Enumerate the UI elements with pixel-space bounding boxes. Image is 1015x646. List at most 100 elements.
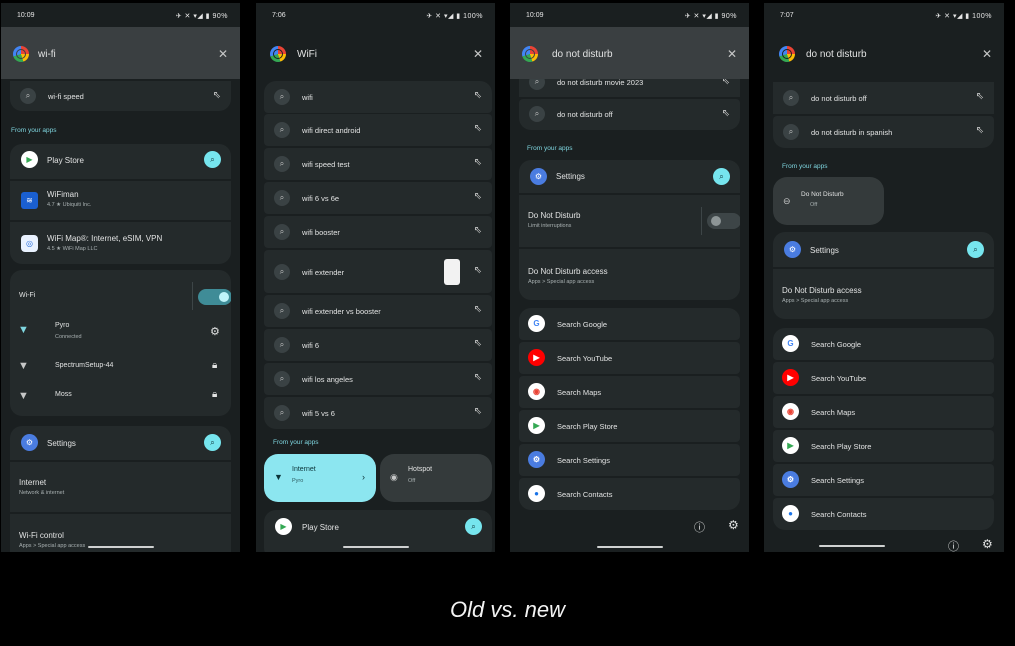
fill-arrow-icon[interactable]: ⇖ bbox=[474, 123, 482, 134]
fill-arrow-icon[interactable]: ⇖ bbox=[474, 372, 482, 383]
phone-old-wifi: 10:09 ✈ ✕ ▾◢ ▮ 90% wi-fi ✕ ⌕ wi-fi speed ⇖ … bbox=[1, 3, 240, 552]
gear-icon[interactable]: ⚙ bbox=[982, 537, 993, 551]
dnd-access-result[interactable]: Do Not Disturb access Apps > Special app… bbox=[519, 249, 740, 300]
search-action-row[interactable]: ◉ Search Maps bbox=[519, 376, 740, 408]
search-action-row[interactable]: ▶ Search Play Store bbox=[519, 410, 740, 442]
maps-icon: ◉ bbox=[782, 403, 799, 420]
close-icon[interactable]: ✕ bbox=[473, 47, 483, 61]
search-icon: ⌕ bbox=[783, 90, 799, 106]
search-icon: ⌕ bbox=[274, 405, 290, 421]
search-bar[interactable]: do not disturb ✕ bbox=[510, 27, 749, 79]
hotspot-tile[interactable]: ◉ Hotspot Off bbox=[380, 454, 492, 502]
gesture-handle[interactable] bbox=[596, 546, 663, 548]
close-icon[interactable]: ✕ bbox=[727, 47, 737, 61]
suggestion-row[interactable]: ⌕ do not disturb off ⇖ bbox=[519, 99, 740, 130]
search-action-row[interactable]: ⚙ Search Settings bbox=[519, 444, 740, 476]
search-query[interactable]: do not disturb bbox=[806, 49, 867, 60]
search-action-row[interactable]: ⚙ Search Settings bbox=[773, 464, 994, 496]
suggestion-text: wifi 6 bbox=[302, 341, 320, 350]
fill-arrow-icon[interactable]: ⇖ bbox=[474, 191, 482, 202]
search-query[interactable]: wi-fi bbox=[38, 49, 56, 60]
search-action-row[interactable]: G Search Google bbox=[773, 328, 994, 360]
suggestion-row[interactable]: ⌕ wifi direct android ⇖ bbox=[264, 114, 492, 146]
suggestion-row[interactable]: ⌕ wifi extender ⇖ bbox=[264, 250, 492, 293]
suggestion-row[interactable]: ⌕ wifi 6 vs 6e ⇖ bbox=[264, 182, 492, 214]
internet-result[interactable]: Internet Network & internet bbox=[10, 462, 231, 512]
info-icon[interactable]: ⓘ bbox=[694, 519, 705, 535]
fill-arrow-icon[interactable]: ⇖ bbox=[976, 91, 984, 102]
dnd-chip[interactable]: ⊖ Do Not Disturb Off bbox=[773, 177, 884, 225]
network-name[interactable]: SpectrumSetup-44 bbox=[55, 362, 113, 369]
search-in-app-icon[interactable]: ⌕ bbox=[204, 434, 221, 451]
close-icon[interactable]: ✕ bbox=[218, 47, 228, 61]
fill-arrow-icon[interactable]: ⇖ bbox=[474, 90, 482, 101]
suggestion-text: wifi extender bbox=[302, 268, 345, 277]
suggestion-row[interactable]: ⌕ wifi extender vs booster ⇖ bbox=[264, 295, 492, 327]
result-title: Do Not Disturb access bbox=[782, 286, 862, 295]
gesture-handle[interactable] bbox=[819, 545, 885, 547]
search-action-row[interactable]: G Search Google bbox=[519, 308, 740, 340]
dnd-access-result[interactable]: Do Not Disturb access Apps > Special app… bbox=[773, 269, 994, 319]
app-name: Play Store bbox=[47, 156, 84, 165]
search-action-row[interactable]: ▶ Search YouTube bbox=[773, 362, 994, 394]
app-row-play-store[interactable]: ▶ Play Store ⌕ bbox=[10, 144, 231, 176]
lock-icon: 🔒︎ bbox=[212, 389, 218, 400]
fill-arrow-icon[interactable]: ⇖ bbox=[722, 108, 730, 119]
search-in-app-icon[interactable]: ⌕ bbox=[713, 168, 730, 185]
suggestion-text: do not disturb movie 2023 bbox=[557, 78, 644, 87]
search-bar[interactable]: do not disturb ✕ bbox=[764, 27, 1004, 79]
gear-icon[interactable]: ⚙ bbox=[210, 325, 220, 338]
section-label: From your apps bbox=[782, 163, 828, 170]
search-action-row[interactable]: ▶ Search YouTube bbox=[519, 342, 740, 374]
fill-arrow-icon[interactable]: ⇖ bbox=[474, 225, 482, 236]
search-query[interactable]: do not disturb bbox=[552, 49, 613, 60]
info-icon[interactable]: ⓘ bbox=[948, 538, 959, 552]
gesture-handle[interactable] bbox=[87, 546, 154, 548]
suggestion-row[interactable]: ⌕ wifi ⇖ bbox=[264, 81, 492, 113]
apps-card: ▶ Play Store ⌕ ≋ WiFiman 4.7 ★ Ubiquiti … bbox=[10, 144, 231, 264]
wifi-toggle[interactable] bbox=[198, 289, 231, 305]
clock: 10:09 bbox=[526, 12, 544, 19]
suggestion-row[interactable]: ⌕ wifi booster ⇖ bbox=[264, 216, 492, 248]
tile-title: Internet bbox=[292, 466, 316, 473]
suggestion-row[interactable]: ⌕ wi-fi speed ⇖ bbox=[10, 81, 231, 111]
suggestion-row[interactable]: ⌕ do not disturb off ⇖ bbox=[773, 82, 994, 114]
fill-arrow-icon[interactable]: ⇖ bbox=[976, 125, 984, 136]
tile-sub: Pyro bbox=[292, 478, 304, 484]
fill-arrow-icon[interactable]: ⇖ bbox=[474, 157, 482, 168]
result-title: Internet bbox=[19, 478, 47, 487]
search-action-row[interactable]: ● Search Contacts bbox=[773, 498, 994, 530]
search-in-app-icon[interactable]: ⌕ bbox=[465, 518, 482, 535]
suggestion-text: wifi 6 vs 6e bbox=[302, 194, 340, 203]
fill-arrow-icon[interactable]: ⇖ bbox=[474, 265, 482, 276]
suggestion-row[interactable]: ⌕ wifi 6 ⇖ bbox=[264, 329, 492, 361]
search-action-row[interactable]: ▶ Search Play Store bbox=[773, 430, 994, 462]
dnd-toggle[interactable] bbox=[707, 213, 740, 229]
suggestion-row[interactable]: ⌕ wifi speed test ⇖ bbox=[264, 148, 492, 180]
app-row-wifi-map[interactable]: ◎ WiFi Map®: Internet, eSIM, VPN 4.5 ★ W… bbox=[10, 222, 231, 264]
close-icon[interactable]: ✕ bbox=[982, 47, 992, 61]
search-action-row[interactable]: ◉ Search Maps bbox=[773, 396, 994, 428]
app-row-wifiman[interactable]: ≋ WiFiman 4.7 ★ Ubiquiti Inc. bbox=[10, 181, 231, 219]
search-action-label: Search Maps bbox=[811, 408, 856, 417]
search-bar[interactable]: WiFi ✕ bbox=[256, 27, 495, 79]
search-action-row[interactable]: ● Search Contacts bbox=[519, 478, 740, 510]
search-in-app-icon[interactable]: ⌕ bbox=[967, 241, 984, 258]
search-bar[interactable]: wi-fi ✕ bbox=[1, 27, 240, 79]
suggestion-row[interactable]: ⌕ do not disturb in spanish ⇖ bbox=[773, 116, 994, 148]
network-name[interactable]: Moss bbox=[55, 391, 72, 398]
gesture-handle[interactable] bbox=[342, 546, 409, 548]
suggestion-row[interactable]: ⌕ wifi 5 vs 6 ⇖ bbox=[264, 397, 492, 429]
suggestion-row[interactable]: ⌕ wifi los angeles ⇖ bbox=[264, 363, 492, 395]
gear-icon[interactable]: ⚙ bbox=[728, 518, 739, 532]
fill-arrow-icon[interactable]: ⇖ bbox=[474, 406, 482, 417]
search-in-app-icon[interactable]: ⌕ bbox=[204, 151, 221, 168]
search-query[interactable]: WiFi bbox=[297, 49, 317, 60]
result-path: Apps > Special app access bbox=[528, 279, 595, 285]
fill-arrow-icon[interactable]: ⇖ bbox=[474, 304, 482, 315]
internet-tile[interactable]: ▼ Internet Pyro › bbox=[264, 454, 376, 502]
dnd-result[interactable]: Do Not Disturb Limit interruptions bbox=[519, 195, 740, 247]
settings-app-icon: ⚙ bbox=[21, 434, 38, 451]
fill-arrow-icon[interactable]: ⇖ bbox=[474, 338, 482, 349]
fill-arrow-icon[interactable]: ⇖ bbox=[213, 90, 221, 101]
